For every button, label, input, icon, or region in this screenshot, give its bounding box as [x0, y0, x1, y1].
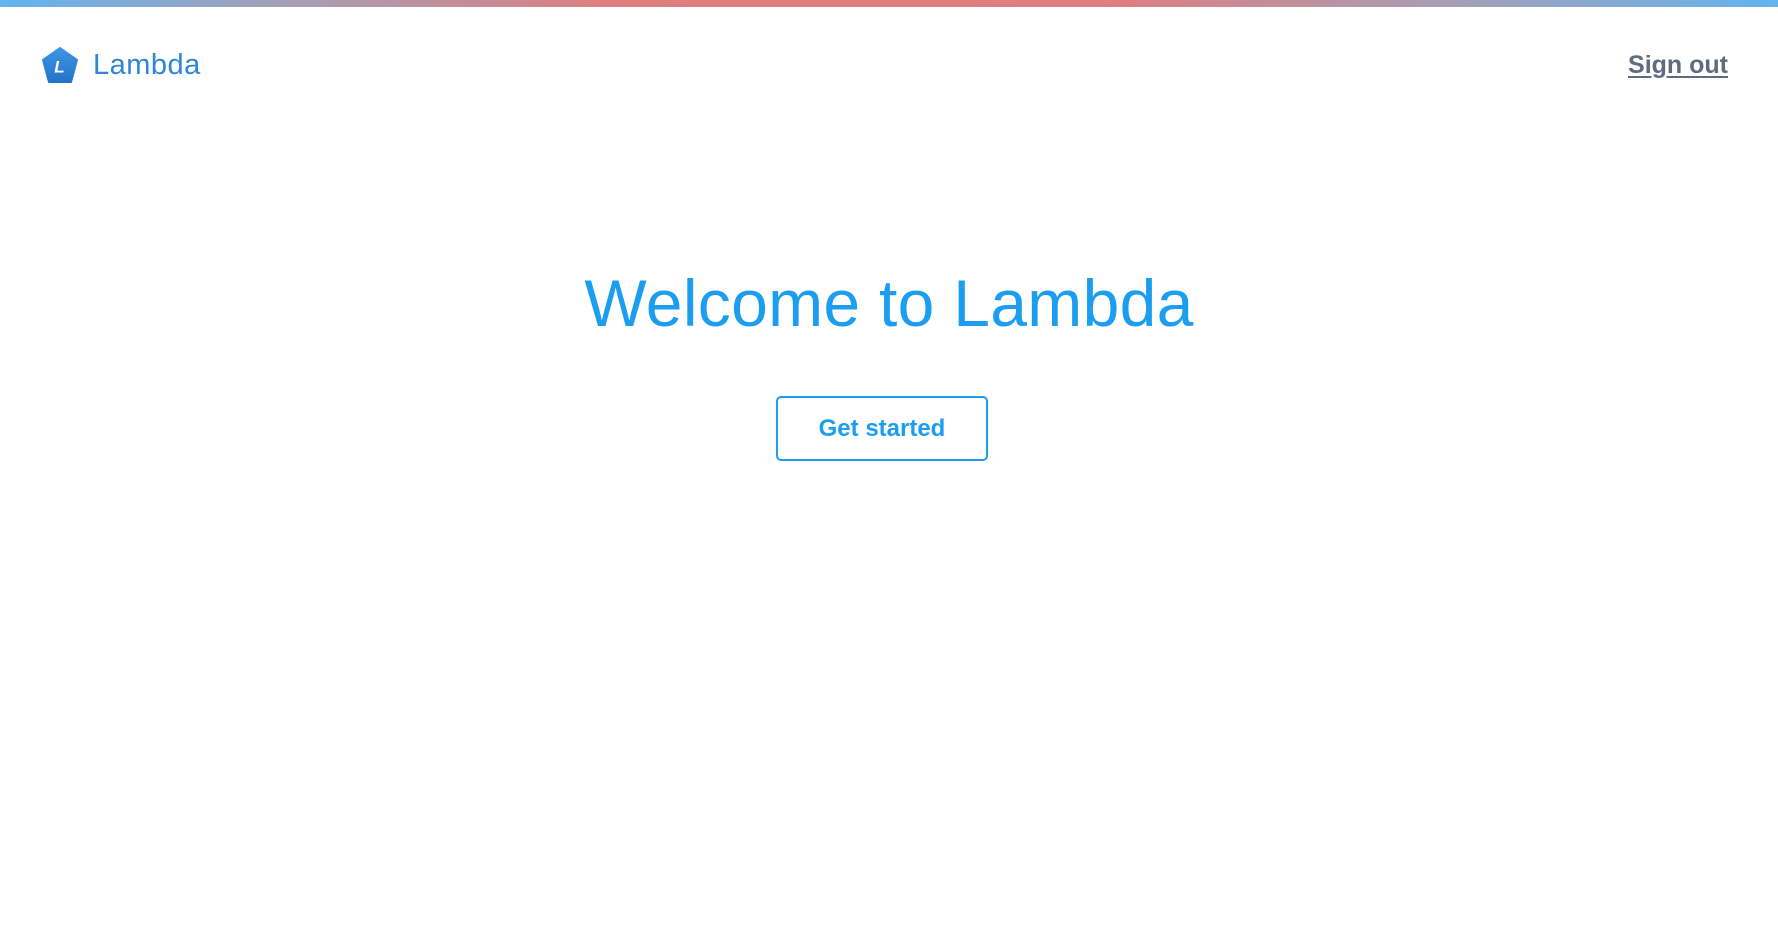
brand-link[interactable]: L Lambda — [42, 45, 201, 85]
brand-name: Lambda — [93, 48, 201, 81]
logo-letter: L — [54, 57, 64, 76]
page-title: Welcome to Lambda — [584, 266, 1194, 340]
header: L Lambda Sign out — [0, 7, 1778, 117]
sign-out-link[interactable]: Sign out — [1628, 51, 1728, 80]
get-started-button[interactable]: Get started — [776, 396, 988, 461]
top-accent-bar — [0, 0, 1778, 7]
lambda-logo-icon: L — [42, 46, 78, 83]
